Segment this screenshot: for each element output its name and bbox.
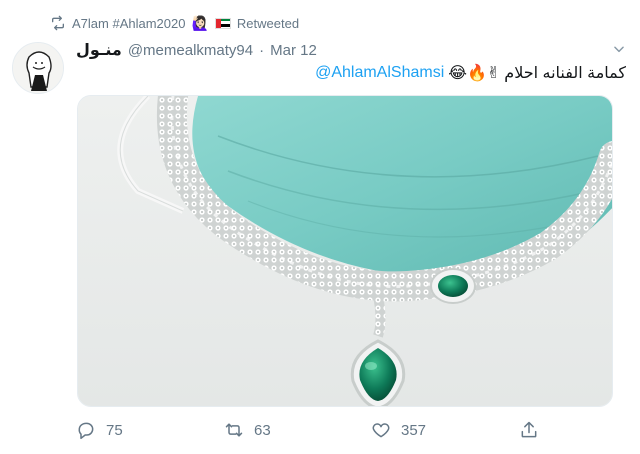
retweeter-name[interactable]: A7lam #Ahlam2020 [72, 16, 185, 31]
retweet-count: 63 [254, 421, 271, 439]
author-handle[interactable]: @memealkmaty94 [128, 42, 253, 59]
separator-dot: · [259, 41, 265, 59]
tweet-text-arabic: كمامة الفنانه احلام [504, 65, 626, 82]
retweet-icon [52, 15, 64, 31]
avatar-illustration [13, 43, 63, 93]
chevron-down-icon[interactable] [612, 42, 626, 56]
author-name[interactable]: منـول [76, 40, 122, 60]
tweet-text: كمامة الفنانه احلام ✌🔥😂 @AhlamAlShamsi [315, 63, 626, 83]
woman-emoji: 🙋🏻‍♀️ [191, 14, 209, 31]
reply-button[interactable]: 75 [76, 416, 123, 444]
reply-count: 75 [106, 421, 123, 439]
mention-link[interactable]: @AhlamAlShamsi [315, 64, 444, 82]
retweeted-label: Retweeted [236, 15, 300, 31]
tweet-media-image[interactable] [77, 95, 613, 407]
mask-necklace-image [78, 96, 612, 406]
reply-icon [78, 422, 94, 440]
like-count: 357 [401, 421, 427, 439]
like-button[interactable]: 357 [371, 416, 426, 444]
tweet-actions: 75 63 357 [76, 416, 556, 444]
tweet-emojis: ✌🔥😂 [448, 65, 501, 82]
tweet-date[interactable]: Mar 12 [270, 42, 317, 59]
retweet-icon [225, 423, 243, 437]
avatar[interactable] [12, 42, 64, 94]
share-icon [521, 421, 537, 438]
retweet-button[interactable]: 63 [224, 416, 271, 444]
uae-flag-icon [214, 17, 231, 29]
heart-icon [372, 423, 390, 438]
tweet-header: منـول @memealkmaty94 · Mar 12 [76, 38, 600, 62]
retweet-context: A7lam #Ahlam2020 🙋🏻‍♀️ Retweeted [50, 13, 299, 33]
share-button[interactable] [519, 416, 539, 444]
